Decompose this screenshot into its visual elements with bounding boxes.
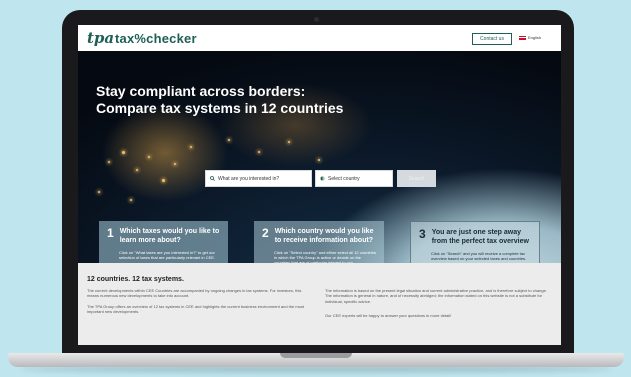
search-icon [210,176,215,181]
topic-search-input[interactable]: What are you interested in? [205,170,312,187]
step-title: You are just one step away from the perf… [431,229,529,245]
step-number: 1 [107,226,114,240]
city-light [108,161,110,163]
tpa-logo[interactable]: tpa [87,29,114,47]
intro-paragraph-left-2: The TPA Group offers an overview of 12 t… [87,304,305,315]
step-card-3: 3 You are just one step away from the pe… [410,221,540,263]
language-selector[interactable]: English [519,35,541,40]
step-card-2: 2 Which country would you like to receiv… [254,221,384,263]
intro-paragraph-left-1: The current developments within CEE Coun… [87,288,302,299]
intro-title: 12 countries. 12 tax systems. [87,276,184,283]
laptop-notch [280,353,352,358]
hero-title: Stay compliant across borders: Compare t… [96,83,343,117]
city-light [148,156,150,158]
city-light [190,146,192,148]
step-description: Click on "Select country" and either sel… [274,250,377,263]
city-light [228,139,230,141]
country-select-placeholder: Select country [328,175,360,182]
topic-search-placeholder: What are you interested in? [218,175,280,182]
hero-section: Stay compliant across borders: Compare t… [78,51,561,263]
city-light [98,191,100,193]
hero-title-line1: Stay compliant across borders: [96,83,306,99]
city-light [122,151,125,154]
globe-icon [320,176,325,181]
city-light [136,169,138,171]
city-light [130,199,132,201]
taxchecker-logo[interactable]: tax%checker [115,31,197,46]
search-button[interactable]: Search [397,170,436,187]
step-description: Click on "What taxes are you interested … [119,250,216,261]
city-light [318,159,320,161]
city-light [258,151,260,153]
hero-title-line2: Compare tax systems in 12 countries [96,100,344,116]
webcam [314,17,319,22]
country-select[interactable]: Select country [315,170,393,187]
site-header: tpa tax%checker Contact us English [78,25,561,51]
city-light [288,141,290,143]
city-light [162,179,165,182]
intro-paragraph-right-1: The information is based on the present … [325,288,547,304]
city-light [174,163,176,165]
step-title: Which country would you like to receive … [274,228,374,244]
step-description: Click on "Search" and you will receive a… [431,251,527,262]
step-title: Which taxes would you like to learn more… [119,228,220,244]
uk-flag-icon [519,35,526,40]
browser-viewport: tpa tax%checker Contact us English Stay … [78,25,561,345]
intro-paragraph-right-2: Our CEE experts will be happy to answer … [325,313,452,318]
language-label: English [528,35,542,40]
intro-section: 12 countries. 12 tax systems. The curren… [78,263,561,345]
contact-us-button[interactable]: Contact us [472,33,512,45]
step-number: 2 [262,226,269,240]
step-number: 3 [419,227,426,241]
step-card-1: 1 Which taxes would you like to learn mo… [99,221,228,263]
